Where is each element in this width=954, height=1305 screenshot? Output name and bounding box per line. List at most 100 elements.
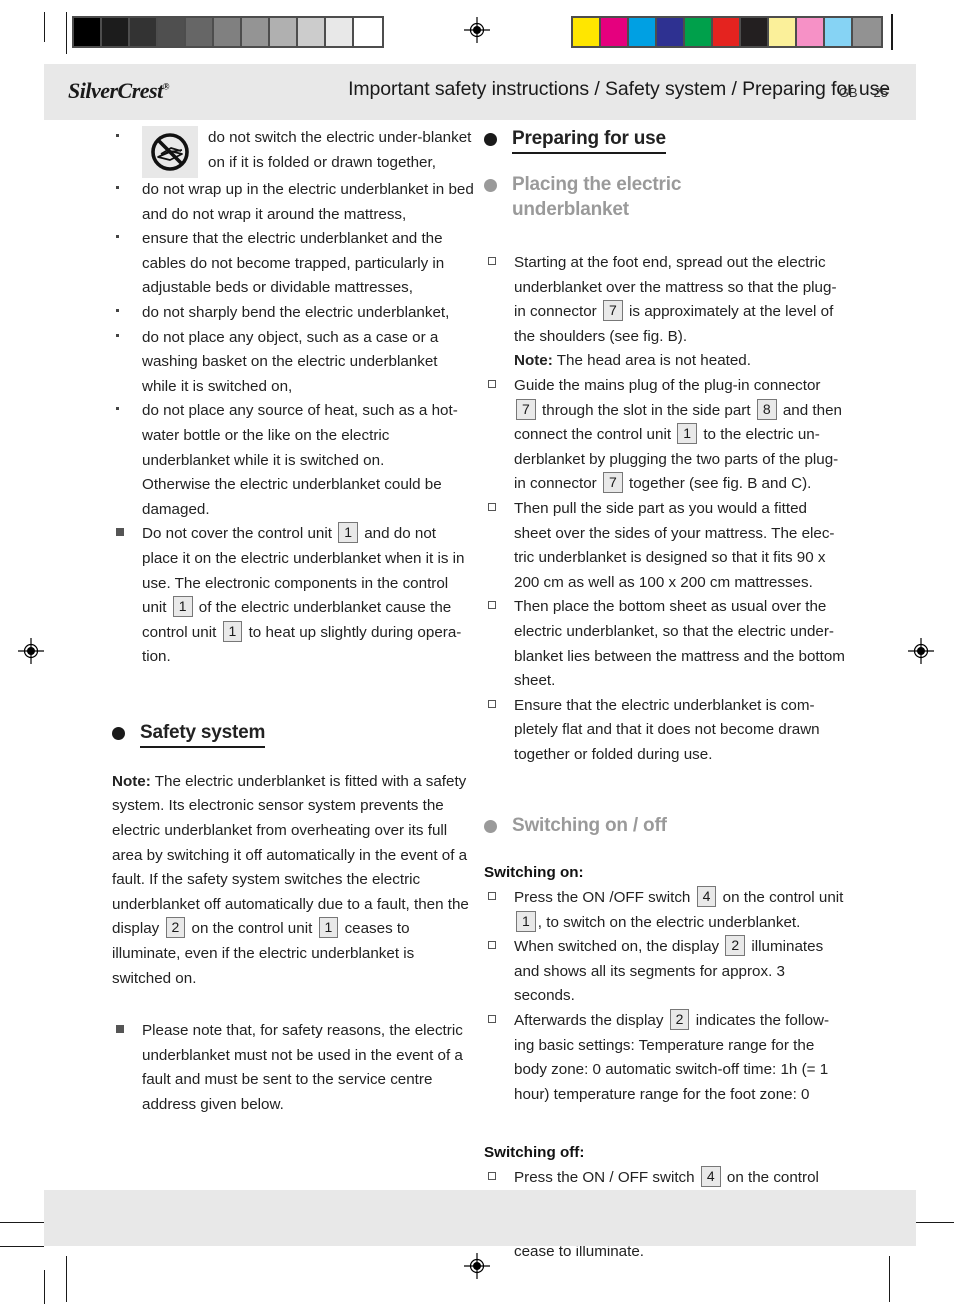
note-label: Note: — [112, 772, 151, 790]
grayscale-patch — [242, 18, 270, 46]
color-patch — [825, 18, 853, 46]
section-heading-preparing-for-use: Preparing for use — [484, 126, 846, 154]
locale-code: GB — [838, 85, 858, 100]
text-fragment: When switched on, the display — [514, 938, 720, 956]
grayscale-patch — [158, 18, 186, 46]
reference-token: 1 — [338, 522, 358, 544]
list-item: Ensure that the electric underblanket is… — [484, 694, 846, 768]
list-item-text: do not switch the electric under-blanket… — [208, 129, 472, 171]
section-heading-text: Switching on / off — [512, 815, 667, 837]
grayscale-patch — [326, 18, 354, 46]
otherwise-note: Otherwise the electric underblanket coul… — [142, 476, 442, 518]
list-marker-hollow-square — [484, 694, 514, 719]
page-footer-meta: GB 25 — [839, 85, 888, 100]
text-fragment: Do not cover the control unit — [142, 525, 332, 543]
note-label: Note: — [514, 352, 553, 370]
crop-mark-bottom-left-v2 — [44, 1270, 46, 1304]
list-marker-middot — [112, 227, 142, 252]
list-item: ensure that the electric underblanket an… — [112, 227, 474, 301]
text-fragment: The head area is not heated. — [556, 352, 751, 370]
list-item-text: Then pull the side part as you would a f… — [514, 499, 835, 591]
color-patch — [629, 18, 657, 46]
section-heading-text: Preparing for use — [512, 126, 666, 154]
reference-token: 2 — [165, 917, 186, 939]
list-item-text: do not wrap up in the electric underblan… — [142, 181, 474, 223]
text-fragment: on the control unit — [191, 920, 313, 938]
list-marker-hollow-square — [484, 935, 514, 960]
subheading-switching-off: Switching off: — [484, 1144, 585, 1162]
text-fragment: together (see fig. B and C). — [629, 475, 812, 493]
section-heading-safety-system: Safety system — [112, 720, 474, 748]
page-number: 25 — [873, 85, 888, 100]
section-heading-switching-on-off: Switching on / off — [484, 813, 846, 839]
section-heading-placing-underblanket: Placing the electric underblanket — [484, 172, 846, 223]
reference-token: 7 — [516, 398, 536, 420]
text-fragment: Afterwards the display — [514, 1012, 664, 1030]
list-marker-hollow-square — [484, 595, 514, 620]
crop-mark-bottom-left-v — [66, 1256, 68, 1302]
color-patch — [853, 18, 881, 46]
registration-target-icon — [18, 638, 44, 664]
list-item: do not wrap up in the electric underblan… — [112, 178, 474, 227]
grayscale-patch — [74, 18, 102, 46]
list-item-text: Guide the mains plug of the plug-in conn… — [514, 374, 846, 497]
reference-token: 1 — [172, 596, 193, 618]
reference-token: 7 — [602, 472, 623, 494]
list-item-text: Ensure that the electric underblanket is… — [514, 696, 820, 763]
list-item: do not switch the electric under-blanket… — [112, 126, 474, 178]
reference-token: 4 — [696, 886, 717, 908]
grayscale-patch — [354, 18, 382, 46]
list-item-text: do not sharply bend the electric underbl… — [142, 303, 450, 321]
list-marker-hollow-square — [484, 1166, 514, 1191]
section-heading-text: Placing the electric underblanket — [512, 174, 682, 220]
reference-token: 7 — [602, 300, 623, 322]
list-item: Afterwards the display 2 indicates the f… — [484, 1009, 846, 1107]
color-patch — [741, 18, 769, 46]
reference-token: 8 — [756, 398, 777, 420]
section-bullet-icon — [484, 820, 497, 834]
reference-token: 2 — [669, 1009, 690, 1031]
color-patch — [573, 18, 601, 46]
list-marker-middot — [112, 399, 142, 424]
color-patch — [685, 18, 713, 46]
no-folded-blanket-icon — [142, 126, 198, 178]
list-marker-hollow-square — [484, 374, 514, 399]
brand-logo: SilverCrest® — [68, 78, 169, 104]
list-marker-middot — [112, 126, 142, 151]
trim-rule — [891, 14, 893, 50]
list-item: do not place any source of heat, such as… — [112, 399, 474, 473]
text-fragment: on the control unit — [722, 889, 844, 907]
list-marker-filled-square — [112, 1019, 142, 1044]
reference-token: 2 — [725, 935, 746, 957]
list-item: Starting at the foot end, spread out the… — [484, 251, 846, 374]
section-bullet-icon — [484, 179, 497, 192]
grayscale-patch — [270, 18, 298, 46]
list-item-text: Starting at the foot end, spread out the… — [514, 251, 846, 374]
color-control-bar — [571, 16, 883, 48]
grayscale-patch — [186, 18, 214, 46]
list-item-text: do not place any source of heat, such as… — [142, 402, 458, 469]
list-item: Please note that, for safety reasons, th… — [112, 1019, 474, 1117]
list-item: When switched on, the display 2 illumina… — [484, 935, 846, 1009]
section-bullet-icon — [112, 726, 125, 740]
section-heading-text: Safety system — [140, 720, 265, 748]
brand-name: SilverCrest — [68, 78, 163, 103]
color-patch — [657, 18, 685, 46]
list-item-text: do not place any object, such as a case … — [142, 328, 439, 395]
list-marker-middot — [112, 326, 142, 351]
right-column: Preparing for use Placing the electric u… — [484, 126, 846, 1264]
reference-token: 1 — [222, 620, 243, 642]
list-marker-middot — [112, 301, 142, 326]
reference-token: 4 — [700, 1166, 721, 1187]
list-item: Press the ON /OFF switch 4 on the contro… — [484, 886, 846, 935]
list-item: Then pull the side part as you would a f… — [484, 497, 846, 595]
list-marker-middot — [112, 178, 142, 203]
list-marker-filled-square — [112, 522, 142, 547]
section-bullet-icon — [484, 133, 497, 146]
list-marker-hollow-square — [484, 1009, 514, 1034]
registration-target-icon — [464, 17, 490, 43]
list-item-text: When switched on, the display 2 illumina… — [514, 935, 846, 1009]
list-item-text: Then place the bottom sheet as usual ove… — [514, 598, 845, 690]
reference-token: 1 — [318, 917, 339, 939]
list-marker-hollow-square — [484, 886, 514, 911]
